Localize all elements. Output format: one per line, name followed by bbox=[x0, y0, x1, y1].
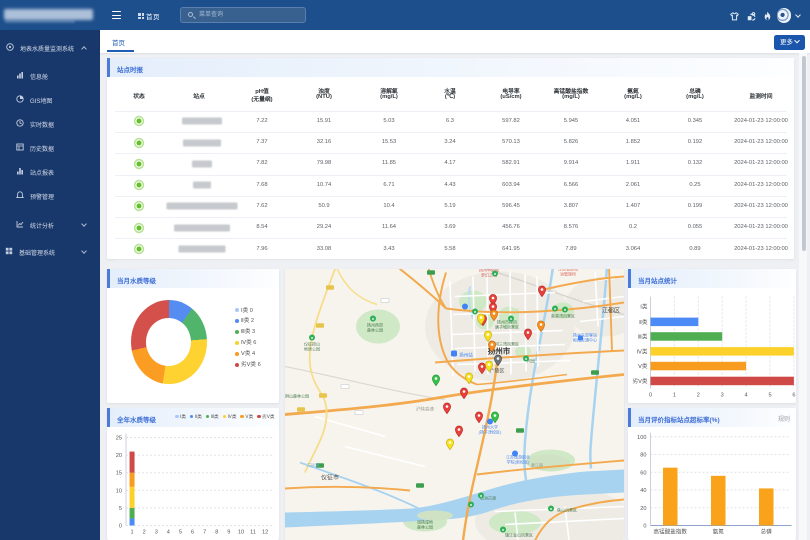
svg-text:40: 40 bbox=[640, 488, 646, 494]
svg-text:5: 5 bbox=[179, 530, 182, 536]
svg-text:5: 5 bbox=[768, 392, 771, 398]
svg-text:枢纽交通中心: 枢纽交通中心 bbox=[573, 336, 597, 342]
svg-text:9: 9 bbox=[227, 530, 230, 536]
svg-text:80: 80 bbox=[640, 453, 646, 459]
svg-text:洲管理所: 洲管理所 bbox=[560, 270, 576, 276]
svg-text:3: 3 bbox=[155, 530, 158, 536]
svg-text:春江路: 春江路 bbox=[531, 461, 543, 467]
svg-text:2: 2 bbox=[697, 392, 700, 398]
svg-text:Ⅴ类: Ⅴ类 bbox=[638, 362, 648, 370]
svg-text:1: 1 bbox=[130, 530, 133, 536]
svg-text:6: 6 bbox=[191, 530, 194, 536]
svg-text:江都区: 江都区 bbox=[602, 306, 620, 314]
svg-text:学院(新校区): 学院(新校区) bbox=[507, 458, 530, 464]
svg-text:仪征市: 仪征市 bbox=[321, 473, 339, 481]
svg-text:森林公园: 森林公园 bbox=[367, 326, 383, 332]
svg-text:25: 25 bbox=[116, 436, 122, 442]
svg-text:60: 60 bbox=[640, 470, 646, 476]
svg-text:扬州站: 扬州站 bbox=[459, 351, 473, 358]
svg-text:广陵区: 广陵区 bbox=[489, 367, 504, 374]
svg-text:森林公园: 森林公园 bbox=[417, 523, 433, 529]
svg-text:0: 0 bbox=[649, 392, 652, 398]
svg-text:10: 10 bbox=[238, 530, 244, 536]
svg-text:7: 7 bbox=[203, 530, 206, 536]
svg-text:焦山风景区: 焦山风景区 bbox=[557, 506, 577, 512]
svg-text:5: 5 bbox=[119, 506, 122, 512]
svg-text:Ⅲ类: Ⅲ类 bbox=[638, 332, 648, 340]
svg-text:Ⅰ类: Ⅰ类 bbox=[640, 302, 648, 310]
svg-text:12: 12 bbox=[262, 530, 268, 536]
svg-text:15: 15 bbox=[116, 471, 122, 477]
svg-text:古运河: 古运河 bbox=[307, 461, 320, 468]
svg-text:100: 100 bbox=[637, 435, 646, 441]
svg-text:2: 2 bbox=[143, 530, 146, 536]
svg-text:4: 4 bbox=[167, 530, 170, 536]
svg-text:6: 6 bbox=[792, 392, 795, 398]
svg-text:镇江金山风景区: 镇江金山风景区 bbox=[505, 531, 533, 537]
svg-text:3: 3 bbox=[721, 392, 724, 398]
svg-text:0: 0 bbox=[119, 524, 122, 530]
svg-text:20: 20 bbox=[640, 506, 646, 512]
svg-text:4: 4 bbox=[745, 392, 748, 398]
svg-text:11: 11 bbox=[250, 530, 256, 536]
svg-text:Ⅳ类: Ⅳ类 bbox=[637, 347, 648, 355]
svg-text:10: 10 bbox=[116, 488, 122, 494]
svg-text:氨氮: 氨氮 bbox=[713, 528, 725, 536]
svg-text:铜山森林公园: 铜山森林公园 bbox=[285, 392, 309, 398]
svg-text:茱萸湾风景区: 茱萸湾风景区 bbox=[551, 312, 575, 318]
svg-text:沪陕高速: 沪陕高速 bbox=[416, 405, 434, 412]
svg-text:唐子城风景区: 唐子城风景区 bbox=[495, 323, 519, 329]
svg-text:1: 1 bbox=[673, 392, 676, 398]
svg-text:20: 20 bbox=[116, 453, 122, 459]
svg-text:劣Ⅴ类: 劣Ⅴ类 bbox=[632, 377, 647, 385]
svg-text:Ⅱ类: Ⅱ类 bbox=[639, 318, 648, 326]
svg-text:0: 0 bbox=[643, 524, 646, 530]
svg-text:8: 8 bbox=[215, 530, 218, 536]
svg-text:总磷: 总磷 bbox=[761, 528, 773, 536]
svg-text:地质公园: 地质公园 bbox=[304, 345, 320, 351]
svg-text:高锰酸盐指数: 高锰酸盐指数 bbox=[653, 528, 687, 536]
svg-text:(扬子津校区): (扬子津校区) bbox=[479, 428, 502, 434]
